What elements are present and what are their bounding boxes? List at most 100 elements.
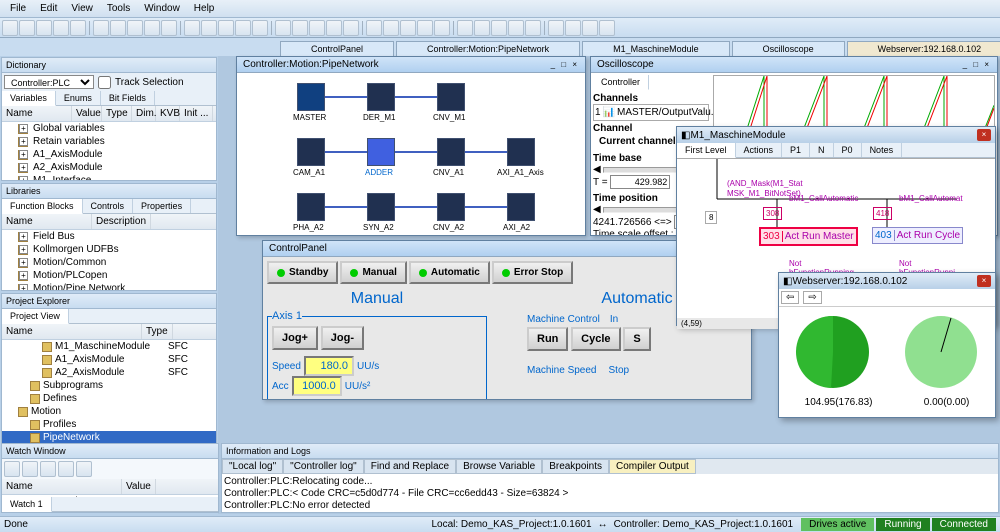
toolbar-button[interactable]: [525, 20, 541, 36]
tree-item[interactable]: Defines: [2, 392, 216, 405]
tab[interactable]: P0: [834, 143, 862, 157]
tree-item[interactable]: +A2_AxisModule: [2, 161, 216, 174]
scope-tab[interactable]: Controller: [593, 75, 649, 90]
speed-field[interactable]: 180.0: [304, 356, 354, 376]
tab[interactable]: N: [810, 143, 834, 157]
log-tab[interactable]: "Controller log": [283, 459, 364, 474]
pipe-canvas[interactable]: MASTER DER_M1 CNV_M1 CAM_A1 ADDER CNV_A1…: [237, 73, 585, 235]
tree-item[interactable]: +Motion/Common: [2, 256, 216, 269]
menu-file[interactable]: File: [4, 1, 32, 16]
tree-item[interactable]: Profiles: [2, 418, 216, 431]
toolbar-button[interactable]: [218, 20, 234, 36]
toolbar-button[interactable]: [508, 20, 524, 36]
tree-item[interactable]: +Retain variables: [2, 135, 216, 148]
log-tab[interactable]: Browse Variable: [456, 459, 542, 474]
pipe-node[interactable]: [367, 83, 395, 111]
track-selection-checkbox[interactable]: [98, 76, 111, 89]
menu-window[interactable]: Window: [138, 1, 186, 16]
jog-minus-button[interactable]: Jog-: [321, 326, 364, 350]
toolbar-button[interactable]: [582, 20, 598, 36]
pipe-node[interactable]: [367, 193, 395, 221]
tab[interactable]: Properties: [133, 199, 191, 213]
toolbar-button[interactable]: [434, 20, 450, 36]
watch-tb-button[interactable]: [76, 461, 92, 477]
toolbar-button[interactable]: [70, 20, 86, 36]
controller-combo[interactable]: Controller:PLC: [4, 75, 94, 89]
toolbar-button[interactable]: [19, 20, 35, 36]
toolbar-button[interactable]: [252, 20, 268, 36]
toolbar-button[interactable]: [184, 20, 200, 36]
pipe-node[interactable]: [297, 193, 325, 221]
mode-standby-button[interactable]: Standby: [267, 261, 338, 284]
toolbar-button[interactable]: [599, 20, 615, 36]
tab[interactable]: Bit Fields: [101, 91, 155, 105]
tab[interactable]: Actions: [736, 143, 783, 157]
tree-item[interactable]: +Global variables: [2, 122, 216, 135]
toolbar-button[interactable]: [326, 20, 342, 36]
toolbar-button[interactable]: [36, 20, 52, 36]
watch-tb-button[interactable]: [40, 461, 56, 477]
pipe-node[interactable]: [437, 193, 465, 221]
close-button[interactable]: ×: [977, 275, 991, 287]
tab[interactable]: Enums: [56, 91, 101, 105]
watch-tab[interactable]: Watch 1: [2, 497, 52, 512]
toolbar-button[interactable]: [201, 20, 217, 36]
window-controls[interactable]: _ □ ×: [963, 60, 991, 69]
window-controls[interactable]: _ □ ×: [551, 60, 579, 69]
toolbar-button[interactable]: [2, 20, 18, 36]
toolbar-button[interactable]: [93, 20, 109, 36]
acc-field[interactable]: 1000.0: [292, 376, 342, 396]
menu-tools[interactable]: Tools: [101, 1, 136, 16]
pipe-node-master[interactable]: [297, 83, 325, 111]
doc-tab[interactable]: ControlPanel: [280, 41, 394, 56]
doc-tab-webserver[interactable]: Webserver:192.168.0.102: [847, 41, 1000, 56]
cycle-button[interactable]: Cycle: [571, 327, 620, 351]
tab[interactable]: Project View: [2, 309, 69, 324]
mode-manual-button[interactable]: Manual: [340, 261, 406, 284]
toolbar-button[interactable]: [144, 20, 160, 36]
tab[interactable]: P1: [782, 143, 810, 157]
pipe-node[interactable]: [437, 83, 465, 111]
tree-item[interactable]: +Field Bus: [2, 230, 216, 243]
mode-automatic-button[interactable]: Automatic: [409, 261, 490, 284]
toolbar-button[interactable]: [127, 20, 143, 36]
tab[interactable]: Function Blocks: [2, 199, 83, 214]
tree-item[interactable]: +M1_Interface: [2, 174, 216, 180]
toolbar-button[interactable]: [491, 20, 507, 36]
pipe-node[interactable]: [297, 138, 325, 166]
toolbar-button[interactable]: [110, 20, 126, 36]
watch-tb-button[interactable]: [58, 461, 74, 477]
tab[interactable]: First Level: [677, 143, 736, 158]
log-tab[interactable]: Compiler Output: [609, 459, 696, 474]
tree-item[interactable]: +Motion/PLCopen: [2, 269, 216, 282]
forward-button[interactable]: ⇨: [803, 291, 821, 304]
pipe-node[interactable]: [507, 138, 535, 166]
run-button[interactable]: Run: [527, 327, 568, 351]
toolbar-button[interactable]: [417, 20, 433, 36]
tree-item[interactable]: M1_MaschineModuleSFC: [2, 340, 216, 353]
pipe-node[interactable]: [507, 193, 535, 221]
s-button[interactable]: S: [623, 327, 650, 351]
watch-tb-button[interactable]: [4, 461, 20, 477]
toolbar-button[interactable]: [235, 20, 251, 36]
toolbar-button[interactable]: [343, 20, 359, 36]
menu-edit[interactable]: Edit: [34, 1, 63, 16]
libraries-tree[interactable]: +Field Bus+Kollmorgen UDFBs+Motion/Commo…: [2, 230, 216, 290]
tree-item[interactable]: +Motion/Pipe Network: [2, 282, 216, 290]
webserver-window[interactable]: ◧ Webserver:192.168.0.102× ⇦ ⇨ 104.95(17…: [778, 272, 996, 418]
toolbar-button[interactable]: [53, 20, 69, 36]
tree-item[interactable]: +Kollmorgen UDFBs: [2, 243, 216, 256]
tree-item[interactable]: +A1_AxisModule: [2, 148, 216, 161]
pipe-node[interactable]: [367, 138, 395, 166]
toolbar-button[interactable]: [565, 20, 581, 36]
tree-item[interactable]: A2_AxisModuleSFC: [2, 366, 216, 379]
toolbar-button[interactable]: [548, 20, 564, 36]
toolbar-button[interactable]: [366, 20, 382, 36]
dictionary-tree[interactable]: +Global variables+Retain variables+A1_Ax…: [2, 122, 216, 180]
jog-plus-button[interactable]: Jog+: [272, 326, 318, 350]
pipe-node[interactable]: [437, 138, 465, 166]
doc-tab[interactable]: Controller:Motion:PipeNetwork: [396, 41, 580, 56]
toolbar-button[interactable]: [309, 20, 325, 36]
menu-help[interactable]: Help: [188, 1, 221, 16]
tab[interactable]: Controls: [83, 199, 134, 213]
